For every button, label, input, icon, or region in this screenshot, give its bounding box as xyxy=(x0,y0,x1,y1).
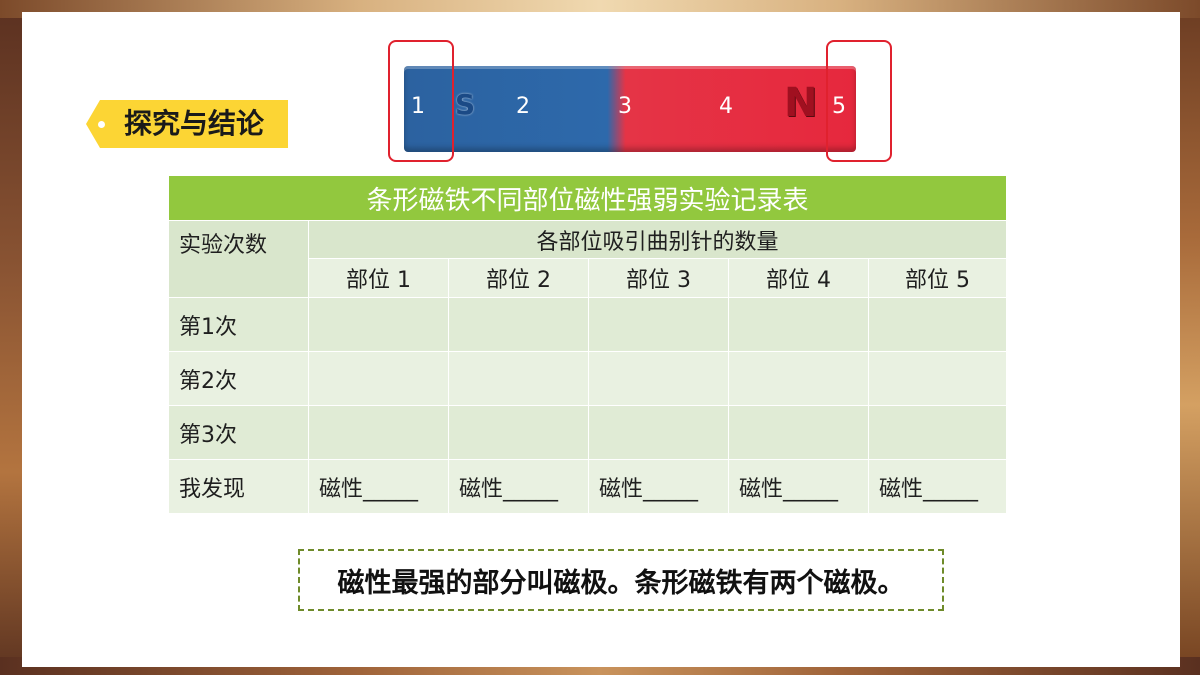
magnet-label-4: 4 xyxy=(719,94,733,119)
row-label: 第2次 xyxy=(168,351,309,406)
data-cell xyxy=(728,405,869,460)
data-cell xyxy=(308,297,449,352)
finding-label: 我发现 xyxy=(168,459,309,514)
column-header: 部位 4 xyxy=(728,258,869,298)
column-header: 部位 2 xyxy=(448,258,589,298)
magnet-end-highlight-left xyxy=(388,40,454,162)
group-header: 各部位吸引曲别针的数量 xyxy=(307,220,1008,259)
finding-cell: 磁性_____ xyxy=(728,459,869,514)
column-header: 部位 1 xyxy=(308,258,449,298)
data-cell xyxy=(588,351,729,406)
table-row: 第2次 xyxy=(168,351,1008,406)
finding-cell: 磁性_____ xyxy=(448,459,589,514)
data-cell xyxy=(728,297,869,352)
magnet-end-highlight-right xyxy=(826,40,892,162)
table-title: 条形磁铁不同部位磁性强弱实验记录表 xyxy=(167,175,1008,221)
table-row: 第1次 xyxy=(168,297,1008,352)
finding-cell: 磁性_____ xyxy=(308,459,449,514)
magnet-pole-n: N xyxy=(784,80,818,126)
data-cell xyxy=(308,351,449,406)
data-cell xyxy=(588,297,729,352)
conclusion-box: 磁性最强的部分叫磁极。条形磁铁有两个磁极。 xyxy=(298,549,944,611)
magnet-label-3: 3 xyxy=(618,94,632,119)
data-cell xyxy=(448,351,589,406)
data-cell xyxy=(588,405,729,460)
data-cell xyxy=(308,405,449,460)
magnet-pole-s: S xyxy=(455,88,476,121)
row-header-trial: 实验次数 xyxy=(168,220,309,298)
column-header: 部位 3 xyxy=(588,258,729,298)
data-cell xyxy=(728,351,869,406)
data-cell xyxy=(867,297,1008,352)
row-label: 第1次 xyxy=(168,297,309,352)
table-row: 第3次 xyxy=(168,405,1008,460)
magnet-label-2: 2 xyxy=(516,94,530,119)
section-tag-dot xyxy=(98,121,105,128)
data-cell xyxy=(867,405,1008,460)
data-cell xyxy=(867,351,1008,406)
section-tag-label: 探究与结论 xyxy=(124,107,265,140)
column-header: 部位 5 xyxy=(867,258,1008,298)
table-row-finding: 我发现 磁性_____ 磁性_____ 磁性_____ 磁性_____ 磁性__… xyxy=(168,459,1008,514)
finding-cell: 磁性_____ xyxy=(867,459,1008,514)
data-cell xyxy=(448,297,589,352)
finding-cell: 磁性_____ xyxy=(588,459,729,514)
data-cell xyxy=(448,405,589,460)
experiment-record-table: 条形磁铁不同部位磁性强弱实验记录表 实验次数 各部位吸引曲别针的数量 部位 1 … xyxy=(167,175,1008,514)
row-label: 第3次 xyxy=(168,405,309,460)
